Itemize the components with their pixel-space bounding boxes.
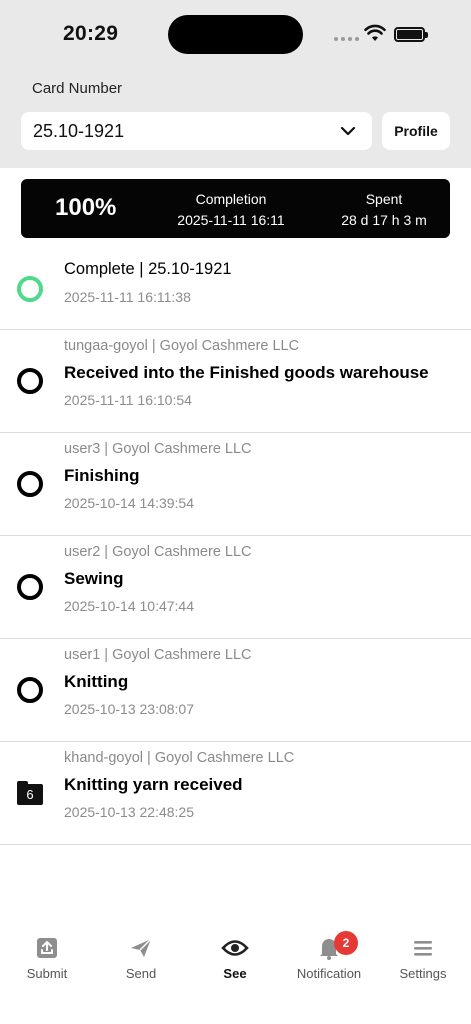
completion-summary: 100% Completion 2025-11-11 16:11 Spent 2… — [21, 179, 450, 238]
timeline-item[interactable]: user2 | Goyol Cashmere LLC Sewing 2025-1… — [0, 536, 471, 639]
profile-button[interactable]: Profile — [382, 112, 450, 150]
timeline-title: Sewing — [64, 569, 124, 588]
tab-submit[interactable]: Submit — [0, 936, 94, 981]
card-number-label: Card Number — [32, 80, 123, 97]
wifi-icon — [364, 24, 386, 41]
tab-notification[interactable]: 2 Notification — [282, 931, 376, 981]
timeline-meta: tungaa-goyol | Goyol Cashmere LLC — [64, 338, 300, 354]
timeline-timestamp: 2025-10-13 23:08:07 — [64, 701, 194, 717]
tab-send[interactable]: Send — [94, 936, 188, 981]
status-time: 20:29 — [63, 22, 119, 45]
spent-value: 28 d 17 h 3 m — [341, 212, 427, 228]
timeline-meta: user3 | Goyol Cashmere LLC — [64, 441, 252, 457]
spent-label: Spent — [365, 191, 403, 207]
timeline-title: Complete | 25.10-1921 — [64, 260, 232, 278]
timeline-item[interactable]: tungaa-goyol | Goyol Cashmere LLC Receiv… — [0, 330, 471, 433]
dynamic-island — [168, 15, 303, 54]
timeline-timestamp: 2025-10-14 14:39:54 — [64, 495, 194, 511]
timeline-timestamp: 2025-11-11 16:10:54 — [64, 392, 192, 408]
timeline-timestamp: 2025-10-14 10:47:44 — [64, 598, 194, 614]
timeline-title: Knitting — [64, 672, 129, 691]
tab-see[interactable]: See — [188, 936, 282, 981]
step-circle-icon — [17, 368, 43, 394]
timeline-title: Finishing — [64, 466, 140, 485]
tab-label: See — [223, 966, 247, 981]
battery-icon — [394, 27, 428, 42]
spent-column: Spent 28 d 17 h 3 m — [311, 189, 457, 231]
tab-label: Settings — [399, 966, 447, 981]
tab-label: Submit — [26, 966, 68, 981]
header: 20:29 Card Number 25.10-1921 Profile — [0, 0, 471, 168]
menu-icon — [414, 941, 432, 956]
timeline-meta: user2 | Goyol Cashmere LLC — [64, 544, 252, 560]
completion-percent: 100% — [55, 194, 117, 221]
completion-column: Completion 2025-11-11 16:11 — [153, 189, 309, 231]
step-circle-icon — [17, 677, 43, 703]
timeline-item[interactable]: user1 | Goyol Cashmere LLC Knitting 2025… — [0, 639, 471, 742]
notification-badge: 2 — [334, 931, 358, 955]
card-number-select[interactable]: 25.10-1921 — [21, 112, 372, 150]
tab-settings[interactable]: Settings — [376, 936, 470, 981]
completion-value: 2025-11-11 16:11 — [177, 212, 285, 228]
timeline-list: Complete | 25.10-1921 2025-11-11 16:11:3… — [0, 244, 471, 845]
chevron-down-icon — [340, 126, 356, 136]
complete-circle-icon — [17, 276, 43, 302]
completion-label: Completion — [195, 191, 267, 207]
card-number-value: 25.10-1921 — [33, 120, 125, 141]
timeline-item[interactable]: 6 khand-goyol | Goyol Cashmere LLC Knitt… — [0, 742, 471, 845]
timeline-item[interactable]: user3 | Goyol Cashmere LLC Finishing 202… — [0, 433, 471, 536]
timeline-meta: khand-goyol | Goyol Cashmere LLC — [64, 750, 295, 766]
tab-label: Send — [125, 966, 157, 981]
timeline-timestamp: 2025-11-11 16:11:38 — [64, 289, 191, 305]
tab-label: Notification — [296, 966, 362, 981]
send-icon — [131, 938, 152, 957]
bottom-tab-bar: Submit Send See 2 Notification Settings — [0, 926, 471, 1024]
folder-count: 6 — [17, 784, 43, 805]
timeline-title: Received into the Finished goods warehou… — [64, 363, 429, 382]
timeline-item[interactable]: Complete | 25.10-1921 2025-11-11 16:11:3… — [0, 244, 471, 330]
upload-icon — [37, 938, 57, 958]
timeline-title: Knitting yarn received — [64, 775, 243, 794]
step-circle-icon — [17, 471, 43, 497]
folder-icon: 6 — [17, 781, 43, 805]
cellular-signal-icon — [334, 37, 359, 41]
step-circle-icon — [17, 574, 43, 600]
eye-icon — [221, 940, 249, 956]
timeline-meta: user1 | Goyol Cashmere LLC — [64, 647, 252, 663]
timeline-timestamp: 2025-10-13 22:48:25 — [64, 804, 194, 820]
